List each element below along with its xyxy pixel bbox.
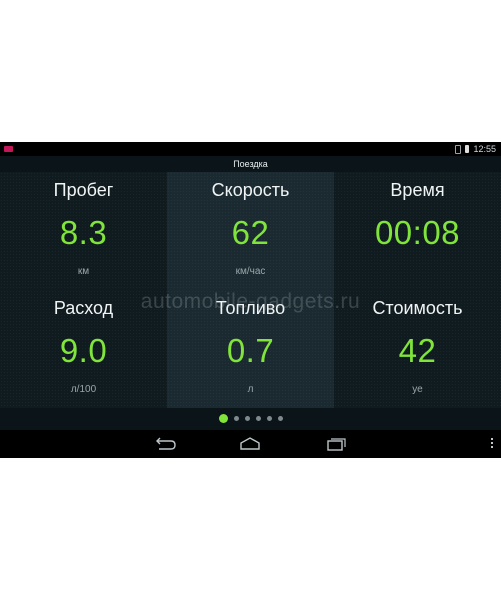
tile-value: 42	[398, 332, 437, 369]
tile-unit: км/час	[235, 266, 266, 277]
page-indicator[interactable]	[0, 412, 501, 424]
trip-stats-grid: Пробег 8.3 км Скорость 62 км/час Время 0…	[0, 172, 501, 408]
status-right: 12:55	[455, 142, 496, 156]
status-time: 12:55	[473, 144, 496, 154]
tile-unit: л/100	[70, 384, 97, 395]
battery-icon	[465, 145, 470, 153]
tile-value: 00:08	[374, 214, 461, 251]
recent-apps-icon	[327, 438, 346, 451]
tile-cost[interactable]: Стоимость 42 уе	[334, 290, 501, 408]
tile-value: 9.0	[59, 332, 108, 369]
recent-apps-button[interactable]	[315, 434, 355, 454]
tile-label: Скорость	[211, 180, 290, 200]
app-title: Поездка	[233, 159, 268, 169]
tile-distance[interactable]: Пробег 8.3 км	[0, 172, 167, 290]
tile-value: 62	[231, 214, 270, 251]
tile-label: Стоимость	[372, 298, 463, 318]
overflow-menu-icon[interactable]	[489, 436, 495, 452]
back-icon	[156, 437, 176, 450]
bluetooth-icon	[455, 144, 462, 154]
tile-unit: л	[247, 384, 254, 395]
page-dot[interactable]	[266, 415, 272, 421]
home-button[interactable]	[230, 434, 270, 454]
tile-unit: км	[77, 266, 90, 277]
tile-label: Топливо	[215, 298, 286, 318]
tile-consumption[interactable]: Расход 9.0 л/100	[0, 290, 167, 408]
device-screen: 12:55 Поездка Пробег 8.3 км Скорость 62 …	[0, 142, 501, 458]
navigation-bar	[0, 430, 501, 458]
page-dot[interactable]	[244, 415, 250, 421]
notification-icon	[4, 146, 13, 152]
page-dot[interactable]	[233, 415, 239, 421]
tile-value: 0.7	[226, 332, 275, 369]
tile-unit: уе	[412, 384, 423, 395]
page-dot[interactable]	[277, 415, 283, 421]
home-icon	[240, 437, 260, 450]
page-dot-active[interactable]	[218, 413, 228, 423]
status-bar: 12:55	[0, 142, 501, 156]
tile-time[interactable]: Время 00:08	[334, 172, 501, 290]
tile-value: 8.3	[59, 214, 108, 251]
tile-fuel[interactable]: Топливо 0.7 л	[167, 290, 334, 408]
tile-label: Расход	[53, 298, 114, 318]
tile-speed[interactable]: Скорость 62 км/час	[167, 172, 334, 290]
page-dot[interactable]	[255, 415, 261, 421]
back-button[interactable]	[145, 434, 185, 454]
tile-label: Пробег	[53, 180, 114, 200]
tile-label: Время	[390, 180, 445, 200]
